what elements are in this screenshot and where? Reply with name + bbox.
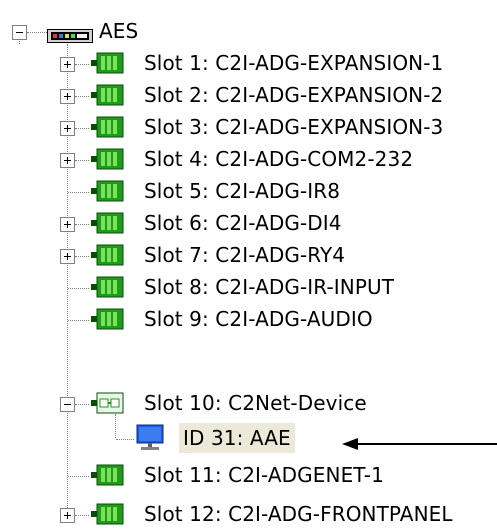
- tree-node-slot-11[interactable]: Slot 11: C2I-ADGENET-1: [0, 463, 497, 487]
- expand-toggle[interactable]: [60, 508, 75, 523]
- tree-branch-line: [68, 476, 89, 477]
- arrow-left-icon: [342, 432, 497, 456]
- tree-branch-line: [75, 64, 89, 65]
- tree-node-label-selected: ID 31: AAE: [179, 423, 295, 453]
- tree-node-slot-1[interactable]: Slot 1: C2I-ADG-EXPANSION-1: [0, 51, 497, 75]
- tree-branch-line: [75, 96, 89, 97]
- tree-node-label: Slot 8: C2I-ADG-IR-INPUT: [144, 275, 395, 299]
- tree-branch-line: [27, 32, 47, 33]
- tree-node-slot-9[interactable]: Slot 9: C2I-ADG-AUDIO: [0, 307, 497, 331]
- computer-monitor-icon: [135, 424, 167, 459]
- card-green-icon: [91, 116, 125, 143]
- tree-node-label: Slot 1: C2I-ADG-EXPANSION-1: [144, 51, 444, 75]
- tree-branch-line: [75, 404, 89, 405]
- collapse-toggle[interactable]: [12, 25, 27, 40]
- tree-branch-line: [68, 320, 89, 321]
- tree-branch-line: [68, 288, 89, 289]
- network-card-icon: [91, 392, 125, 419]
- tree-node-slot-7[interactable]: Slot 7: C2I-ADG-RY4: [0, 243, 497, 267]
- tree-node-label: AES: [99, 19, 139, 43]
- tree-node-slot-8[interactable]: Slot 8: C2I-ADG-IR-INPUT: [0, 275, 497, 299]
- tree-branch-line: [68, 192, 89, 193]
- tree-node-slot-6[interactable]: Slot 6: C2I-ADG-DI4: [0, 211, 497, 235]
- tree-node-label: Slot 11: C2I-ADGENET-1: [144, 463, 384, 487]
- tree-node-slot-12[interactable]: Slot 12: C2I-ADG-FRONTPANEL: [0, 502, 497, 526]
- tree-node-slot-2[interactable]: Slot 2: C2I-ADG-EXPANSION-2: [0, 83, 497, 107]
- tree-node-label: Slot 7: C2I-ADG-RY4: [144, 243, 346, 267]
- card-green-icon: [91, 308, 125, 335]
- card-green-icon: [91, 148, 125, 175]
- tree-branch-line: [116, 439, 134, 440]
- tree-node-label: Slot 6: C2I-ADG-DI4: [144, 211, 342, 235]
- card-green-icon: [91, 276, 125, 303]
- tree-node-label: Slot 10: C2Net-Device: [144, 391, 367, 415]
- tree-node-label: Slot 5: C2I-ADG-IR8: [144, 179, 341, 203]
- expand-toggle[interactable]: [60, 121, 75, 136]
- expand-toggle[interactable]: [60, 249, 75, 264]
- tree-node-label: Slot 12: C2I-ADG-FRONTPANEL: [144, 502, 453, 526]
- tree-node-slot-4[interactable]: Slot 4: C2I-ADG-COM2-232: [0, 147, 497, 171]
- tree-node-slot-3[interactable]: Slot 3: C2I-ADG-EXPANSION-3: [0, 115, 497, 139]
- tree-node-label: Slot 3: C2I-ADG-EXPANSION-3: [144, 115, 444, 139]
- tree-node-label: Slot 2: C2I-ADG-EXPANSION-2: [144, 83, 444, 107]
- expand-toggle[interactable]: [60, 89, 75, 104]
- tree-branch-line: [75, 128, 89, 129]
- card-green-icon: [91, 244, 125, 271]
- card-green-icon: [91, 180, 125, 207]
- tree-branch-line: [75, 256, 89, 257]
- slot-tree-view[interactable]: AES Slot 1: C2I-ADG-EXPANSION-1 Slot 2: …: [0, 0, 497, 527]
- tree-branch-line: [75, 224, 89, 225]
- tree-node-root[interactable]: AES: [0, 19, 497, 43]
- card-green-icon: [91, 84, 125, 111]
- tree-node-slot-10[interactable]: Slot 10: C2Net-Device: [0, 391, 497, 415]
- expand-toggle[interactable]: [60, 57, 75, 72]
- expand-toggle[interactable]: [60, 153, 75, 168]
- card-green-icon: [91, 52, 125, 79]
- tree-branch-line: [75, 515, 89, 516]
- card-green-icon: [91, 212, 125, 239]
- tree-node-label: Slot 4: C2I-ADG-COM2-232: [144, 147, 414, 171]
- card-green-icon: [91, 503, 125, 530]
- collapse-toggle[interactable]: [60, 397, 75, 412]
- card-green-icon: [91, 464, 125, 491]
- tree-node-label: Slot 9: C2I-ADG-AUDIO: [144, 307, 373, 331]
- device-chassis-icon: [47, 24, 93, 48]
- tree-node-slot-5[interactable]: Slot 5: C2I-ADG-IR8: [0, 179, 497, 203]
- expand-toggle[interactable]: [60, 217, 75, 232]
- tree-branch-line: [75, 160, 89, 161]
